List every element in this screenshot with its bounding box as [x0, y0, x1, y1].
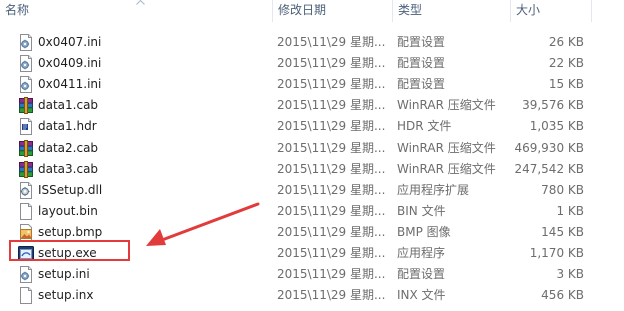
annotation-arrow [146, 202, 260, 246]
